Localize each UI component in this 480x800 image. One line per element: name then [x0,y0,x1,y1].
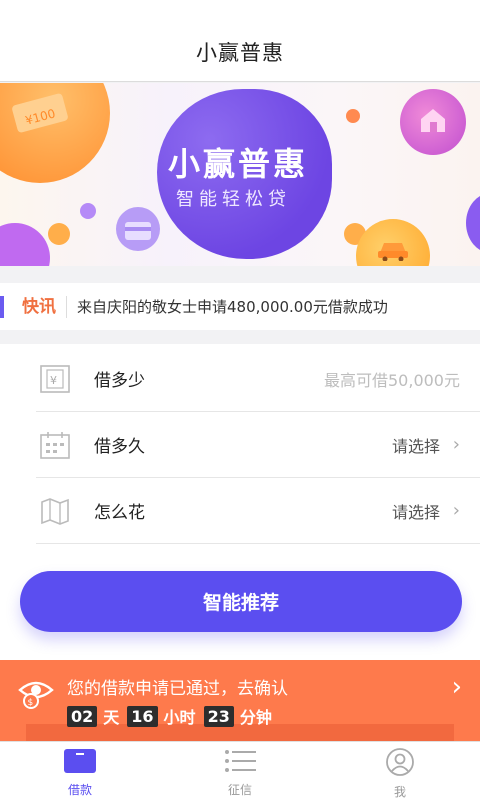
chevron-right-icon: › [452,500,460,521]
user-icon [385,748,415,780]
countdown-hours: 16 [127,705,158,727]
page-title: 小赢普惠 [196,41,284,65]
loan-purpose-row[interactable]: 怎么花 请选择 › [36,478,480,544]
countdown-days-unit: 天 [103,708,120,727]
calendar-icon [40,431,70,459]
promo-banner[interactable]: ¥100 小赢普惠 智能轻松贷 [0,83,480,266]
loan-amount-row[interactable]: ¥ 借多少 最高可借50,000元 [36,346,480,412]
bottom-tab-bar: 借款 征信 我 [0,741,480,800]
decor-circle [48,223,70,245]
decor-circle [346,109,360,123]
house-icon [418,105,448,139]
list-icon [223,748,257,778]
yuan-icon: ¥ [40,365,70,393]
notice-message: 您的借款申请已通过，去确认 [67,679,288,699]
card-icon [124,221,152,245]
loan-term-row[interactable]: 借多久 请选择 › [36,412,480,478]
loan-purpose-label: 怎么花 [94,503,145,523]
loan-card-icon [63,748,97,778]
tab-loan-label: 借款 [67,783,92,797]
tab-me[interactable]: 我 [320,742,480,800]
chevron-right-icon: › [452,434,460,455]
decor-circle [466,193,480,253]
tab-credit-label: 征信 [227,783,252,797]
banner-title: 小赢普惠 [168,145,309,183]
map-icon [40,497,70,525]
decor-circle [80,203,96,219]
news-ticker[interactable]: 快讯 来自庆阳的敬女士申请480,000.00元借款成功 [0,283,480,330]
countdown-minutes: 23 [203,705,234,727]
car-icon [376,237,410,265]
smart-recommend-button[interactable]: 智能推荐 [20,571,462,632]
news-accent-bar [0,295,4,318]
countdown-hours-unit: 小时 [163,708,196,727]
news-tag: 快讯 [22,295,67,318]
tab-credit[interactable]: 征信 [160,742,320,800]
news-message: 来自庆阳的敬女士申请480,000.00元借款成功 [77,298,388,316]
top-header: 小赢普惠 [0,0,480,82]
loan-term-label: 借多久 [94,437,145,457]
countdown-days: 02 [67,705,98,727]
tab-loan[interactable]: 借款 [0,742,160,800]
svg-text:¥: ¥ [50,374,57,387]
decor-circle [0,223,50,266]
loan-amount-value[interactable]: 最高可借50,000元 [324,367,460,391]
approval-notice-banner[interactable]: $ 您的借款申请已通过，去确认 02 天 16 小时 23 分钟 › [0,660,480,742]
countdown-timer: 02 天 16 小时 23 分钟 [67,704,274,728]
chevron-right-icon[interactable]: › [452,672,462,702]
countdown-minutes-unit: 分钟 [239,708,272,727]
eye-coin-icon: $ [18,676,54,712]
loan-amount-label: 借多少 [94,371,145,391]
money-coupon-icon: ¥100 [10,93,70,137]
loan-purpose-value[interactable]: 请选择 [392,499,440,523]
tab-me-label: 我 [393,785,406,799]
loan-term-value[interactable]: 请选择 [392,433,440,457]
banner-subtitle: 智能轻松贷 [176,189,291,210]
svg-text:$: $ [28,698,34,708]
